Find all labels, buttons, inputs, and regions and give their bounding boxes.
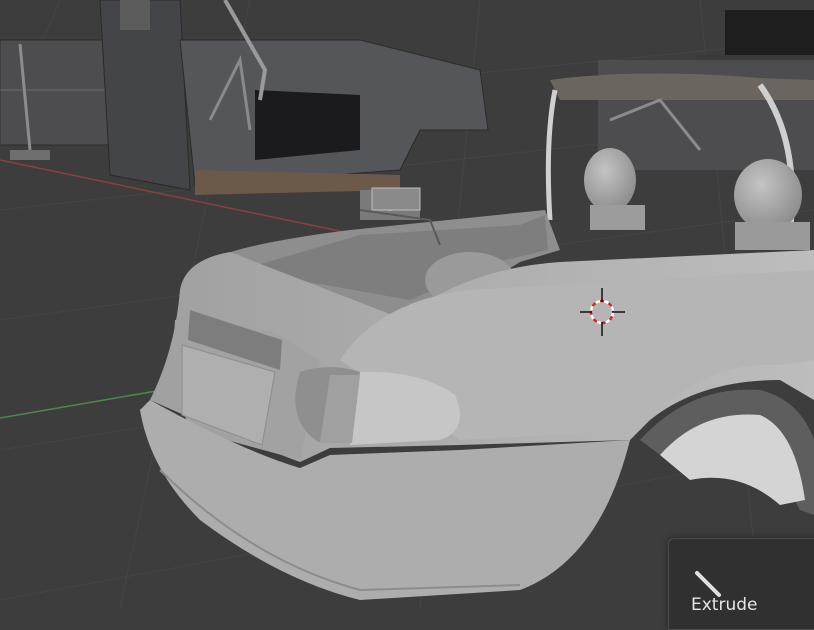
background-car-body[interactable] — [0, 0, 489, 220]
3d-viewport[interactable] — [0, 0, 814, 609]
background-car-interior[interactable] — [545, 10, 814, 250]
operator-panel-title[interactable]: Extrude — [691, 595, 757, 615]
last-operator-panel[interactable]: Extrude — [668, 538, 814, 630]
